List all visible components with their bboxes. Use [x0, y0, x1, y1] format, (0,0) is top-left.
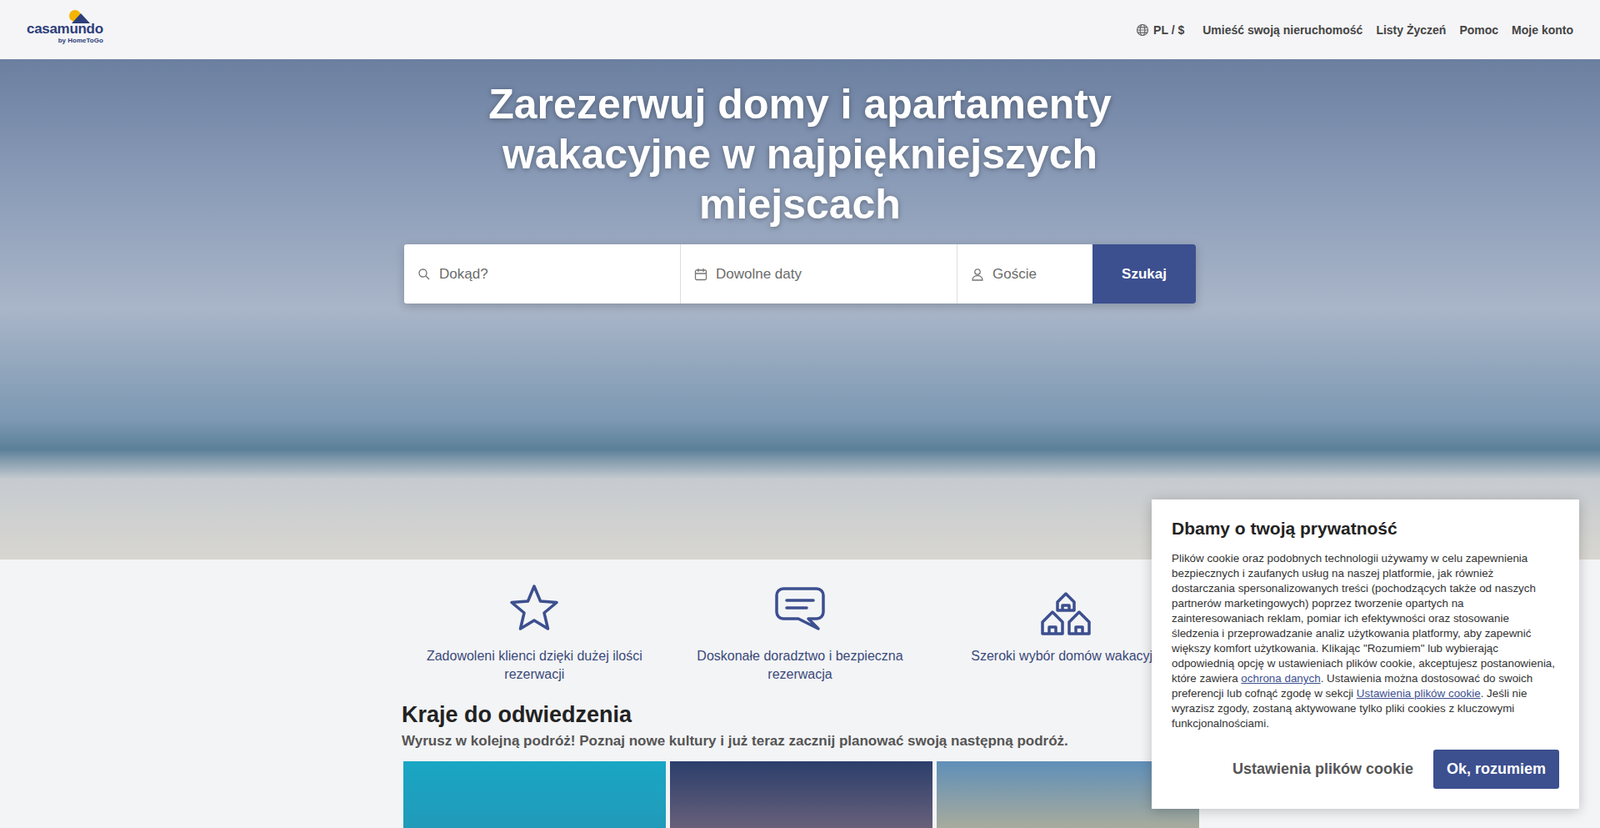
feature-item: Doskonałe doradztwo i bezpieczna rezerwa…	[667, 581, 934, 684]
person-icon	[970, 267, 985, 281]
nav-link[interactable]: Listy Życzeń	[1375, 23, 1446, 37]
search-bar: Szukaj	[404, 244, 1196, 304]
cookie-text: Plików cookie oraz podobnych technologii…	[1171, 551, 1555, 685]
nav-link[interactable]: Moje konto	[1511, 23, 1574, 37]
dates-field-input[interactable]	[714, 265, 944, 284]
nav-link[interactable]: Umieść swoją nieruchomość	[1202, 23, 1363, 37]
cookie-body: Plików cookie oraz podobnych technologii…	[1171, 550, 1560, 731]
cookie-dialog: Dbamy o twoją prywatność Plików cookie or…	[1151, 499, 1580, 809]
globe-icon	[1135, 23, 1150, 37]
top-nav: PL / $ Umieść swoją nieruchomość Listy Życ…	[1135, 23, 1574, 37]
logo-house-icon	[66, 8, 92, 25]
dates-field[interactable]	[680, 244, 958, 304]
destination-field[interactable]	[404, 244, 681, 304]
country-card[interactable]	[670, 760, 933, 828]
countries-subtitle: Wyrusz w kolejną podróż! Poznaj nowe kul…	[401, 731, 1199, 750]
search-button[interactable]: Szukaj	[1092, 244, 1196, 304]
cookie-link[interactable]: Ustawienia plików cookie	[1356, 686, 1481, 700]
guests-field-input[interactable]	[990, 265, 1080, 284]
star-icon	[507, 581, 561, 635]
nav-link[interactable]: Pomoc	[1459, 23, 1499, 37]
country-cards	[401, 760, 1199, 828]
top-header: casamundoby HomeToGo PL / $ Umieść swoją n…	[0, 0, 1600, 60]
main-content: Zadowoleni klienci dzięki dużej ilości r…	[401, 559, 1199, 828]
search-icon	[417, 267, 431, 281]
chat-icon	[773, 581, 827, 635]
feature-item: Zadowoleni klienci dzięki dużej ilości r…	[401, 581, 668, 684]
hero-title: Zarezerwuj domy i apartamenty wakacyjne …	[458, 79, 1142, 230]
guests-field[interactable]	[957, 244, 1093, 304]
casamundo-logo[interactable]: casamundoby HomeToGo	[26, 15, 104, 45]
cookie-link[interactable]: ochrona danych	[1240, 671, 1320, 685]
locale-switch[interactable]: PL / $	[1135, 23, 1185, 37]
destination-field-input[interactable]	[437, 265, 667, 284]
logo-tagline: by HomeToGo	[58, 36, 104, 45]
feature-text: Szeroki wybór domów wakacyjn	[970, 646, 1160, 665]
cookie-settings-button[interactable]: Ustawienia plików cookie	[1232, 750, 1414, 788]
country-card[interactable]	[403, 760, 666, 828]
accept-button[interactable]: Ok, rozumiem	[1433, 749, 1560, 789]
hero-banner: Zarezerwuj domy i apartamenty wakacyjne …	[0, 59, 1600, 560]
cookie-actions: Ustawienia plików cookie Ok, rozumiem	[1171, 749, 1560, 789]
feature-text: Zadowoleni klienci dzięki dużej ilości r…	[413, 646, 655, 684]
calendar-icon	[694, 267, 708, 281]
cookie-title: Dbamy o twoją prywatność	[1171, 517, 1560, 540]
feature-text: Doskonałe doradztwo i bezpieczna rezerwa…	[679, 646, 921, 684]
countries-title: Kraje do odwiedzenia	[401, 700, 1199, 729]
features-row: Zadowoleni klienci dzięki dużej ilości r…	[401, 559, 1199, 684]
locale-label: PL / $	[1153, 23, 1185, 37]
logo-name: casamundo	[26, 21, 104, 37]
houses-icon	[1039, 581, 1093, 635]
